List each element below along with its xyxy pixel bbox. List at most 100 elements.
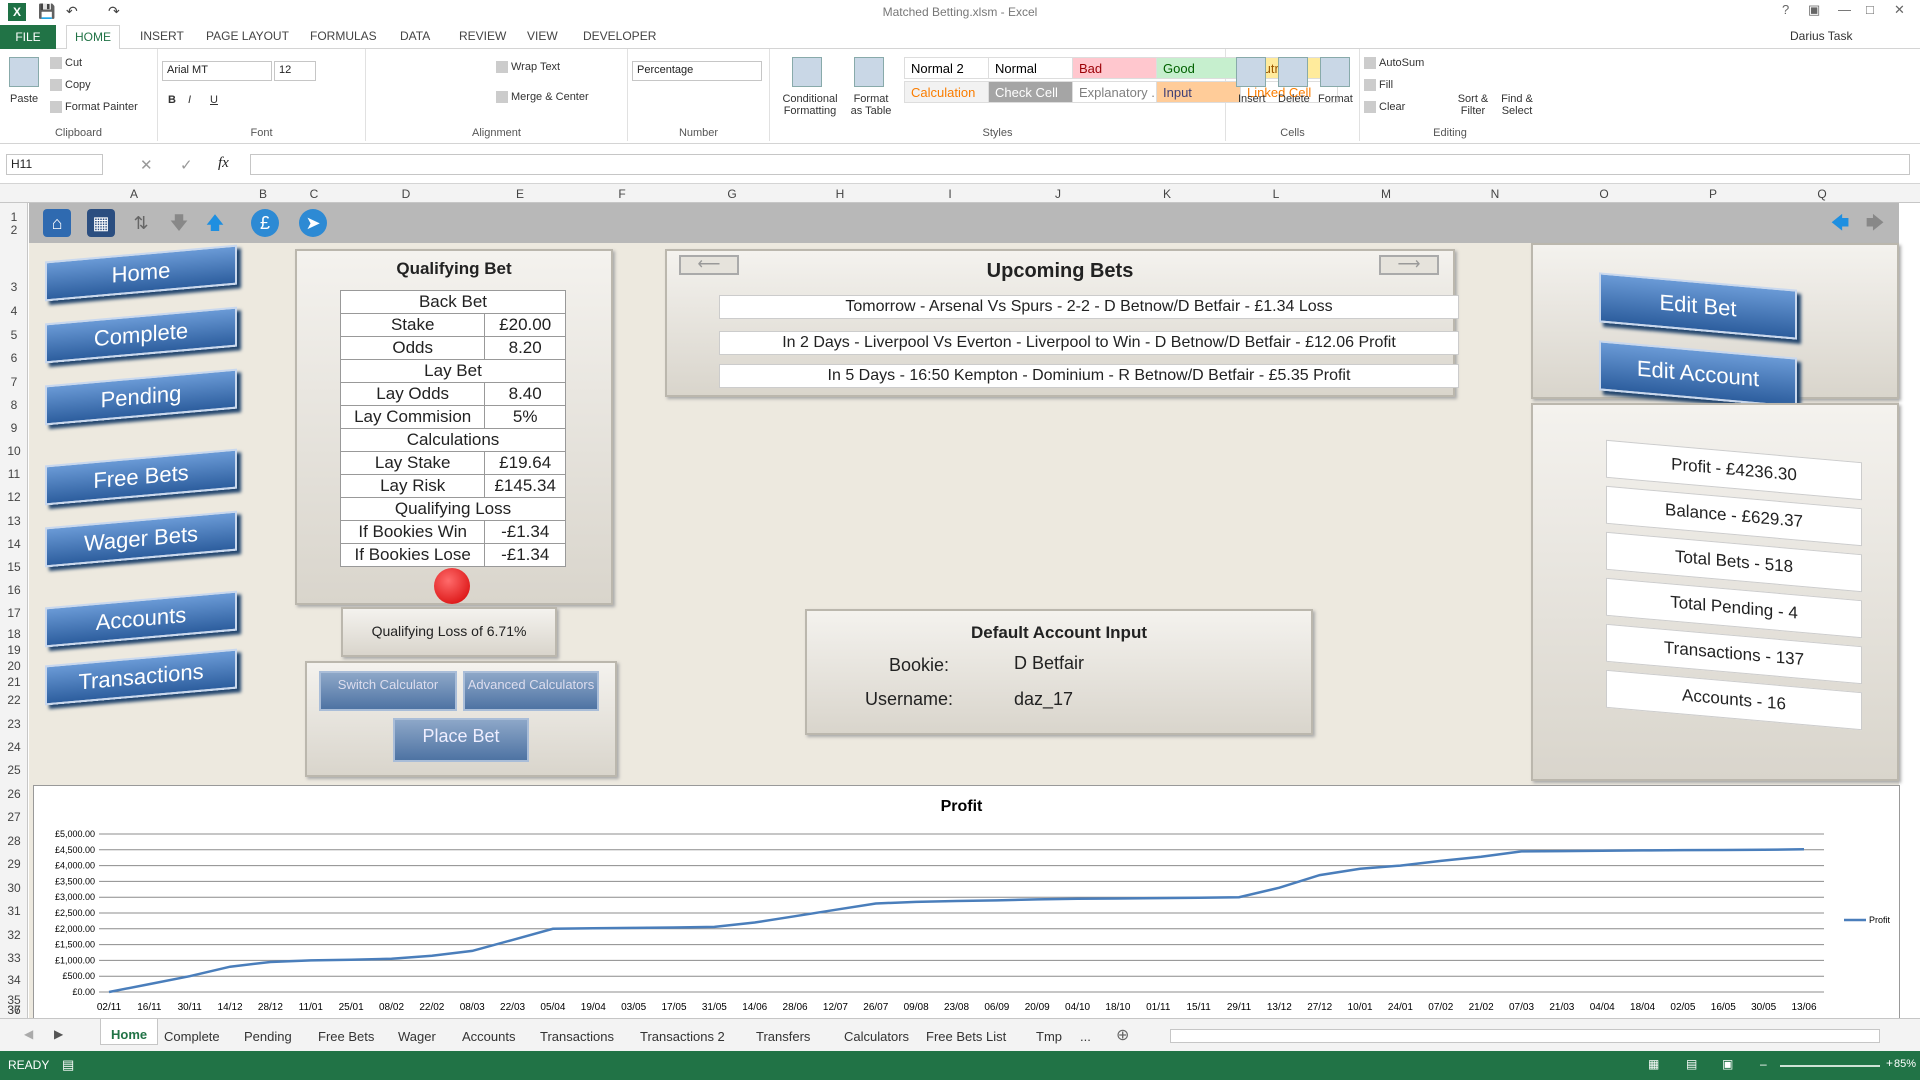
delete-cells-icon[interactable] [1278,57,1308,87]
scroll-left-icon[interactable]: ◀ [24,1027,33,1041]
bookie-value[interactable]: D Betfair [1014,653,1084,674]
fill-button[interactable]: Fill [1364,79,1393,92]
macro-record-icon[interactable]: ▤ [62,1057,74,1073]
tab-insert[interactable]: INSERT [140,29,184,43]
sort-icon[interactable]: ⇅ [127,209,155,237]
row-header[interactable]: 6 [0,351,28,365]
sheet-tab[interactable]: Home [100,1019,159,1045]
format-table-icon[interactable] [854,57,884,87]
column-header[interactable]: C [304,187,324,201]
format-button[interactable]: Format [1318,93,1353,105]
column-header[interactable]: G [722,187,742,201]
tab-review[interactable]: REVIEW [459,29,506,43]
qualifying-value[interactable]: £19.64 [484,451,566,475]
sheet-tab[interactable]: Pending [244,1029,292,1044]
sheet-tab[interactable]: Transactions 2 [640,1029,725,1044]
upcoming-bet-item[interactable]: Tomorrow - Arsenal Vs Spurs - 2-2 - D Be… [719,295,1459,319]
column-header[interactable]: J [1048,187,1068,201]
qualifying-value[interactable]: 8.20 [484,336,566,360]
sort-filter-button[interactable]: Sort & Filter [1452,93,1494,117]
delete-button[interactable]: Delete [1278,93,1310,105]
advanced-calculators-button[interactable]: Advanced Calculators [463,671,599,711]
switch-calculator-button[interactable]: Switch Calculator [319,671,457,711]
name-box[interactable]: H11 [6,154,103,175]
row-header[interactable]: 28 [0,834,28,848]
row-header[interactable]: 26 [0,787,28,801]
column-header[interactable]: L [1266,187,1286,201]
home-icon[interactable]: ⌂ [43,209,71,237]
upcoming-bet-item[interactable]: In 2 Days - Liverpool Vs Everton - Liver… [719,331,1459,355]
new-sheet-icon[interactable]: ⊕ [1116,1025,1129,1045]
sheet-tab[interactable]: Accounts [462,1029,515,1044]
row-header[interactable]: 37 [0,1003,28,1017]
column-header[interactable]: D [396,187,416,201]
nav-accounts-button[interactable]: Accounts [45,590,237,648]
scroll-right-icon[interactable]: ▶ [54,1027,63,1041]
user-name[interactable]: Darius Task [1790,29,1852,43]
column-header[interactable]: M [1376,187,1396,201]
pound-icon[interactable]: £ [251,209,279,237]
sheet-tab[interactable]: Calculators [844,1029,909,1044]
sheet-tab[interactable]: Wager [398,1029,436,1044]
qualifying-value[interactable]: -£1.34 [484,543,566,567]
sheet-tab[interactable]: Tmp [1036,1029,1062,1044]
insert-cells-icon[interactable] [1236,57,1266,87]
row-header[interactable]: 20 [0,659,28,673]
function-icon[interactable]: fx [218,155,229,172]
font-name-select[interactable]: Arial MT [162,61,272,81]
back-arrow-icon[interactable]: 🡄 [1826,209,1854,237]
zoom-in-icon[interactable]: + [1886,1056,1893,1070]
row-header[interactable]: 2 [0,223,28,237]
arrow-up-icon[interactable]: 🡅 [201,209,229,237]
underline-button[interactable]: U [210,94,218,106]
row-header[interactable]: 23 [0,717,28,731]
close-button[interactable]: ✕ [1894,2,1905,18]
horizontal-scrollbar[interactable] [1170,1029,1880,1043]
nav-free-bets-button[interactable]: Free Bets [45,448,237,506]
zoom-out-icon[interactable]: – [1760,1057,1767,1071]
row-header[interactable]: 11 [0,467,28,481]
find-select-button[interactable]: Find & Select [1496,93,1538,117]
row-header[interactable]: 29 [0,857,28,871]
qualifying-value[interactable]: 5% [484,405,566,429]
column-header[interactable]: P [1703,187,1723,201]
qualifying-value[interactable]: £20.00 [484,313,566,337]
page-layout-icon[interactable]: ▤ [1686,1057,1697,1071]
conditional-formatting-icon[interactable] [792,57,822,87]
cut-button[interactable]: Cut [50,57,82,70]
zoom-slider[interactable] [1780,1065,1880,1067]
column-header[interactable]: E [510,187,530,201]
sheet-tab[interactable]: ... [1080,1029,1091,1044]
qualifying-value[interactable]: 8.40 [484,382,566,406]
profit-chart[interactable]: Profit £0.00 £500.00 £1,000.00 £1,500.00 £2,0… [33,785,1900,1023]
place-bet-button[interactable]: Place Bet [393,718,529,762]
forward-arrow-icon[interactable]: 🡆 [1861,209,1889,237]
column-header[interactable]: F [612,187,632,201]
row-header[interactable]: 22 [0,693,28,707]
dashboard-icon[interactable]: ▦ [87,209,115,237]
italic-button[interactable]: I [188,94,191,106]
normal-view-icon[interactable]: ▦ [1648,1057,1659,1071]
format-painter-button[interactable]: Format Painter [50,101,138,114]
row-header[interactable]: 25 [0,763,28,777]
column-header[interactable]: H [830,187,850,201]
format-cells-icon[interactable] [1320,57,1350,87]
bold-button[interactable]: B [168,94,176,106]
insert-button[interactable]: Insert [1238,93,1266,105]
share-icon[interactable]: ➤ [299,209,327,237]
page-break-icon[interactable]: ▣ [1722,1057,1733,1071]
autosum-button[interactable]: AutoSum [1364,57,1424,70]
clear-button[interactable]: Clear [1364,101,1405,114]
row-header[interactable]: 14 [0,537,28,551]
row-header[interactable]: 5 [0,328,28,342]
row-header[interactable]: 31 [0,904,28,918]
nav-wager-bets-button[interactable]: Wager Bets [45,510,237,568]
column-header[interactable]: K [1157,187,1177,201]
qualifying-value[interactable]: £145.34 [484,474,566,498]
sheet-tab[interactable]: Free Bets [318,1029,374,1044]
row-header[interactable]: 30 [0,881,28,895]
row-header[interactable]: 33 [0,951,28,965]
paste-icon[interactable] [9,57,39,87]
row-header[interactable]: 16 [0,583,28,597]
row-header[interactable]: 17 [0,606,28,620]
